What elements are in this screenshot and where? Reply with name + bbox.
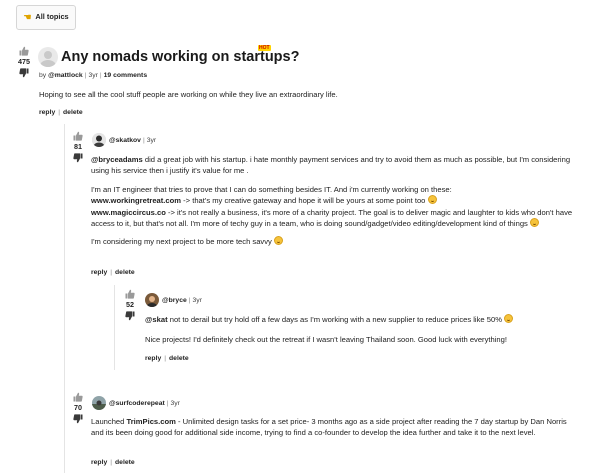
reply-actions: reply | delete — [145, 355, 189, 362]
smile-emoji-icon — [427, 195, 437, 205]
thread-line-nested — [114, 285, 115, 370]
downvote-icon[interactable] — [19, 68, 29, 78]
comment-age: 3yr — [170, 400, 180, 407]
default-user-icon — [40, 51, 56, 67]
comment-meta: @surfcoderepeat | 3yr — [109, 399, 180, 408]
post-age: 3yr — [88, 72, 98, 79]
reply-vote-count: 52 — [126, 300, 134, 309]
by-label: by — [39, 72, 47, 79]
smile-emoji-icon — [504, 314, 514, 323]
delete-link[interactable]: delete — [63, 109, 83, 116]
pointing-hand-icon: ☚ — [23, 12, 32, 23]
upvote-icon[interactable] — [73, 131, 83, 141]
comment-vote-widget: 81 — [71, 131, 85, 163]
comment-vote-count: 70 — [74, 403, 82, 412]
thread-line — [64, 124, 65, 473]
comment-actions: reply | delete — [91, 459, 135, 466]
reply-meta: @bryce | 3yr — [162, 296, 202, 305]
comment-author-avatar[interactable] — [92, 133, 106, 147]
reply-author-avatar[interactable] — [145, 293, 159, 307]
reply-link[interactable]: reply — [39, 109, 55, 116]
post-vote-widget: 475 — [17, 46, 31, 78]
upvote-icon[interactable] — [125, 289, 135, 299]
comment-age: 3yr — [146, 137, 157, 144]
downvote-icon[interactable] — [73, 153, 83, 163]
magiccircus-link[interactable]: www.magiccircus.co — [91, 208, 166, 217]
upvote-icon[interactable] — [73, 392, 83, 402]
reply-link[interactable]: reply — [145, 355, 161, 362]
delete-link[interactable]: delete — [169, 355, 189, 362]
post-author-avatar[interactable] — [38, 47, 58, 67]
all-topics-button[interactable]: ☚ All topics — [16, 5, 76, 30]
comment-author-link[interactable]: @skatkov — [109, 136, 141, 145]
post-author-link[interactable]: @mattlock — [48, 71, 83, 80]
comment-vote-count: 81 — [74, 142, 82, 151]
reply-body: @skat not to derail but try hold off a f… — [145, 314, 585, 346]
reply-author-link[interactable]: @bryce — [162, 296, 187, 305]
smile-emoji-icon — [529, 218, 539, 228]
reply-age: 3yr — [192, 297, 202, 304]
post-body: Hoping to see all the cool stuff people … — [39, 90, 338, 99]
reply-link[interactable]: reply — [91, 269, 107, 276]
comment-body: Launched TrimPics.com - Unlimited design… — [91, 417, 567, 438]
post-vote-count: 475 — [18, 57, 30, 66]
hot-badge: HOT — [258, 45, 271, 51]
comment-author-link[interactable]: @surfcoderepeat — [109, 399, 165, 408]
workingretreat-link[interactable]: www.workingretreat.com — [91, 196, 181, 205]
post-meta: by @mattlock | 3yr | 19 comments — [39, 71, 148, 80]
comments-count-link[interactable]: 19 comments — [104, 71, 147, 80]
delete-link[interactable]: delete — [115, 269, 135, 276]
mention-link[interactable]: @skat — [145, 315, 168, 324]
downvote-icon[interactable] — [73, 414, 83, 424]
reply-vote-widget: 52 — [123, 289, 137, 321]
user-photo-icon — [145, 293, 159, 307]
comment-actions: reply | delete — [91, 269, 135, 276]
delete-link[interactable]: delete — [115, 459, 135, 466]
user-photo-icon — [92, 396, 106, 410]
comment-vote-widget: 70 — [71, 392, 85, 424]
comment-meta: @skatkov | 3yr — [109, 136, 157, 145]
trimpics-link[interactable]: TrimPics.com — [126, 417, 175, 426]
comment-author-avatar[interactable] — [92, 396, 106, 410]
reply-link[interactable]: reply — [91, 459, 107, 466]
upvote-icon[interactable] — [19, 46, 29, 56]
downvote-icon[interactable] — [125, 311, 135, 321]
user-photo-icon — [92, 133, 106, 147]
post-actions: reply | delete — [39, 109, 83, 116]
all-topics-label: All topics — [35, 12, 69, 22]
mention-link[interactable]: @bryceadams — [91, 155, 143, 164]
smile-emoji-icon — [273, 236, 283, 246]
comment-body: @bryceadams did a great job with his sta… — [91, 155, 573, 247]
